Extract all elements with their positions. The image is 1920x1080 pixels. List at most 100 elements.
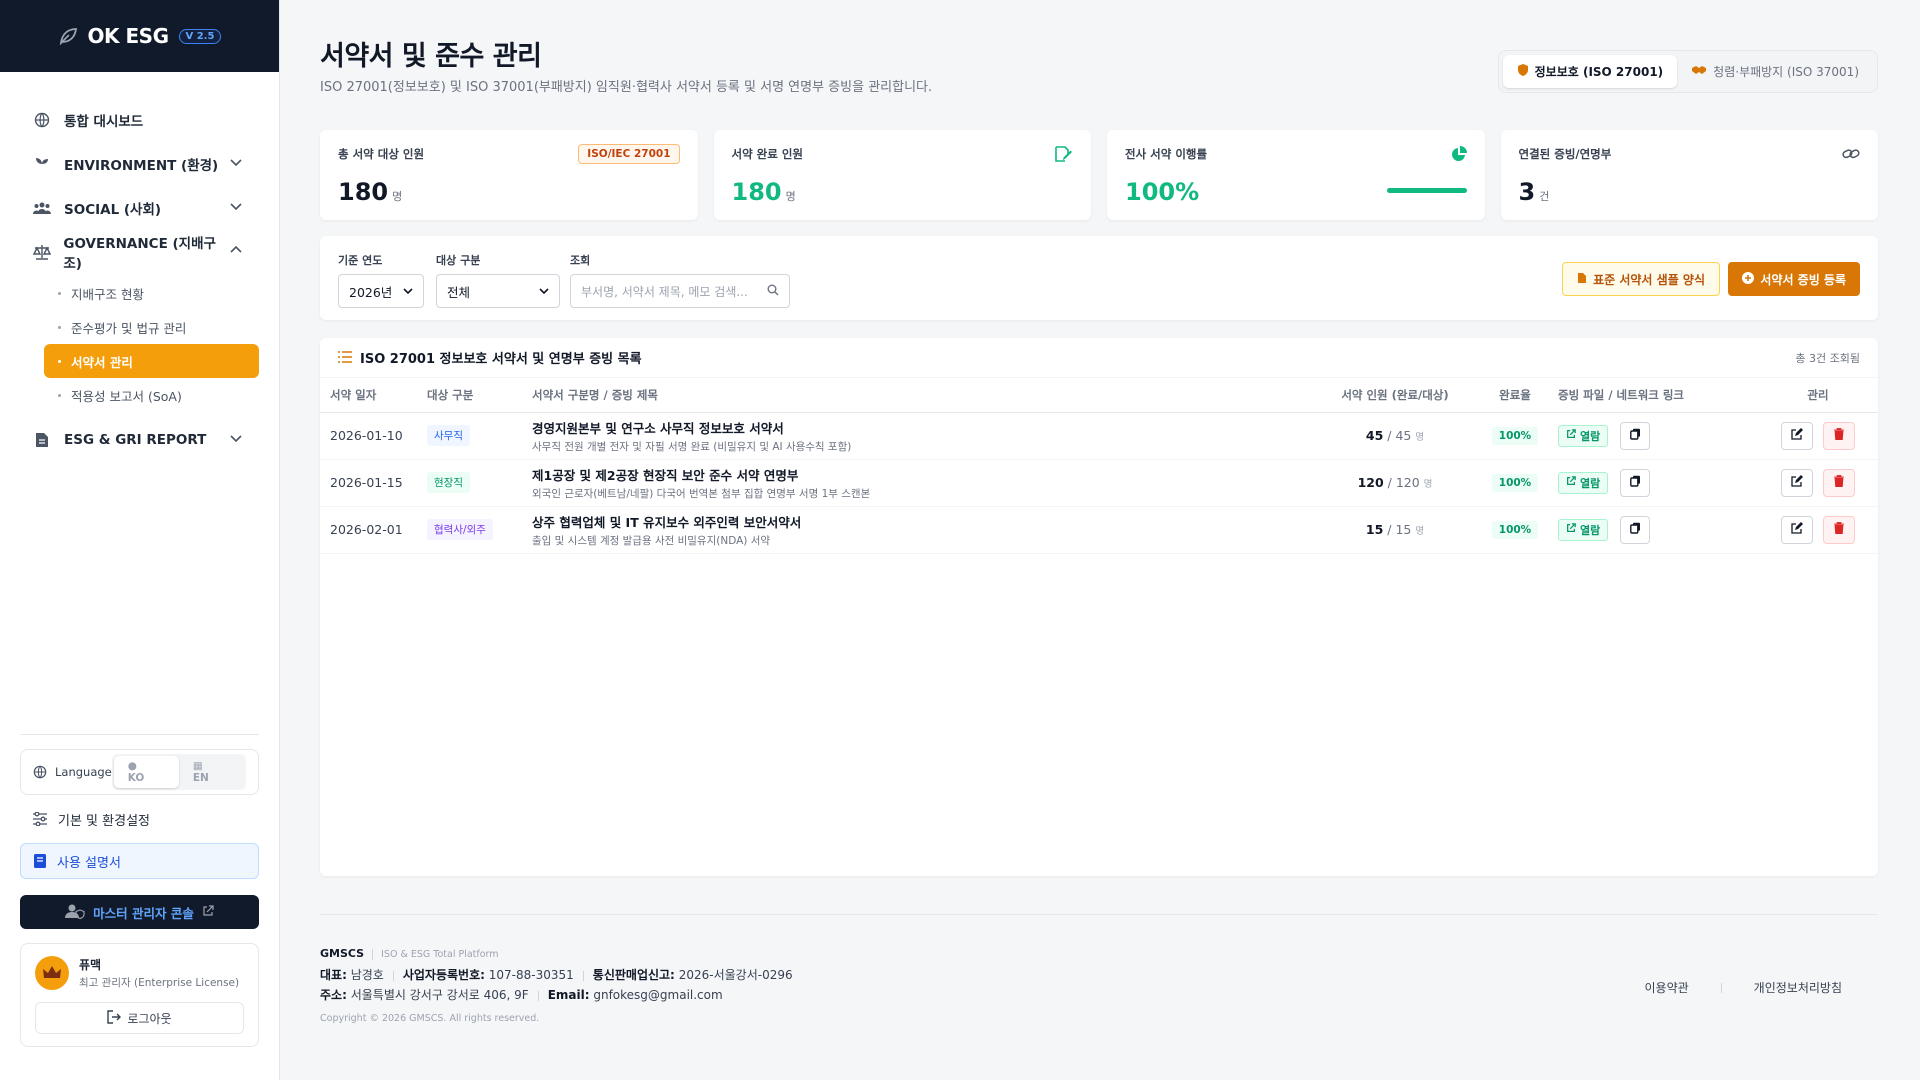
- copy-link-button[interactable]: [1620, 421, 1651, 450]
- copy-icon: [1629, 428, 1641, 443]
- master-console-label: 마스터 관리자 콘솔: [93, 905, 194, 921]
- leaf-icon: [59, 28, 77, 46]
- progress-fill: [1386, 188, 1467, 193]
- chevron-up-icon: [229, 243, 243, 261]
- nav-report[interactable]: ESG & GRI REPORT: [0, 418, 279, 462]
- delete-button[interactable]: [1822, 468, 1855, 497]
- user-name: 퓨맥: [79, 958, 102, 972]
- row-actions: [1758, 506, 1878, 554]
- biz-label: 사업자등록번호:: [402, 968, 485, 982]
- nav-governance[interactable]: GOVERNANCE (지배구조): [0, 230, 279, 274]
- view-label: 열람: [1580, 476, 1601, 490]
- delete-button[interactable]: [1822, 515, 1855, 544]
- count-unit: 명: [1415, 526, 1425, 537]
- copy-link-button[interactable]: [1620, 468, 1651, 497]
- card-number: 180: [338, 178, 389, 206]
- edit-button[interactable]: [1781, 468, 1813, 497]
- lang-ko-button[interactable]: ● KO: [113, 756, 179, 788]
- count-unit: 명: [1423, 479, 1433, 490]
- row-rate: 100%: [1472, 506, 1558, 554]
- table-row[interactable]: 2026-01-15 현장직 제1공장 및 제2공장 현장직 보안 준수 서약 …: [320, 459, 1878, 507]
- sample-template-button[interactable]: 표준 서약서 샘플 양식: [1562, 262, 1720, 296]
- edit-button[interactable]: [1781, 515, 1813, 544]
- tab-iso37001[interactable]: 청렴·부패방지 (ISO 37001): [1677, 55, 1873, 88]
- lang-en-button[interactable]: ▦ EN: [179, 756, 244, 788]
- view-file-button[interactable]: 열람: [1558, 518, 1609, 541]
- col-manage: 관리: [1758, 378, 1878, 413]
- governance-submenu: 지배구조 현황 준수평가 및 법규 관리 서약서 관리 적용성 보고서 (SoA…: [0, 274, 279, 418]
- external-link-icon: [1566, 523, 1576, 536]
- ceo-label: 대표:: [320, 968, 347, 982]
- card-completed: 서약 완료 인원 180 명: [713, 130, 1091, 220]
- nav-social[interactable]: SOCIAL (사회): [0, 186, 279, 230]
- manual-link[interactable]: 사용 설명서: [20, 843, 259, 879]
- sidebar-bottom: Language ● KO ▦ EN 기본 및 환경설정 사용 설명서 마스터 …: [20, 734, 259, 1047]
- logout-icon: [107, 1009, 122, 1027]
- nav-environment[interactable]: ENVIRONMENT (환경): [0, 142, 279, 186]
- chevron-down-icon: [229, 155, 243, 173]
- iso-badge: ISO/IEC 27001: [578, 144, 680, 164]
- pie-chart-icon: [1451, 146, 1467, 166]
- count-done: 120: [1357, 475, 1384, 490]
- row-desc: 외국인 근로자(베트남/네팔) 다국어 번역본 첨부 집합 연명부 서명 1부 …: [532, 487, 871, 500]
- count-done: 45: [1365, 428, 1384, 443]
- terms-link[interactable]: 이용약관: [1645, 979, 1689, 996]
- row-rate: 100%: [1472, 459, 1558, 507]
- nav-dashboard[interactable]: 통합 대시보드: [0, 98, 279, 142]
- divider: [392, 970, 394, 981]
- edit-icon: [1791, 475, 1803, 490]
- logout-button[interactable]: 로그아웃: [35, 1002, 244, 1034]
- logout-label: 로그아웃: [127, 1011, 172, 1026]
- count-total: / 45: [1387, 428, 1412, 443]
- privacy-link[interactable]: 개인정보처리방침: [1754, 979, 1842, 996]
- table-row[interactable]: 2026-02-01 협력사/외주 상주 협력업체 및 IT 유지보수 외주인력…: [320, 506, 1878, 554]
- rate-badge: 100%: [1491, 426, 1539, 445]
- divider: [537, 990, 539, 1001]
- settings-link[interactable]: 기본 및 환경설정: [20, 801, 259, 837]
- edit-icon: [1791, 428, 1803, 443]
- view-file-button[interactable]: 열람: [1558, 471, 1609, 494]
- language-label: Language: [55, 765, 112, 779]
- external-link-icon: [1566, 476, 1576, 489]
- card-total-targets: 총 서약 대상 인원 180 명 ISO/IEC 27001: [320, 130, 698, 220]
- summary-cards: 총 서약 대상 인원 180 명 ISO/IEC 27001 서약 완료 인원 1…: [320, 130, 1878, 220]
- crown-icon: [43, 966, 61, 978]
- master-console-button[interactable]: 마스터 관리자 콘솔: [20, 895, 259, 929]
- nav-report-label: ESG & GRI REPORT: [64, 432, 207, 448]
- seedling-icon: [32, 154, 52, 174]
- table-row[interactable]: 2026-01-10 사무직 경영지원본부 및 연구소 사무직 정보보호 서약서…: [320, 412, 1878, 460]
- type-select[interactable]: 전체: [436, 274, 560, 308]
- register-evidence-button[interactable]: 서약서 증빙 등록: [1728, 262, 1860, 296]
- card-label: 서약 완료 인원: [731, 147, 804, 161]
- signature-icon: [1055, 146, 1073, 166]
- lang-ko-label: KO: [127, 772, 145, 784]
- chevron-down-icon: [229, 431, 243, 449]
- list-icon: [338, 348, 352, 367]
- bullet-dot: [58, 359, 61, 363]
- sub-item-compliance[interactable]: 준수평가 및 법규 관리: [44, 310, 259, 344]
- search-input[interactable]: 부서명, 서약서 제목, 메모 검색...: [570, 274, 790, 308]
- chevron-down-icon: [403, 284, 413, 299]
- delete-button[interactable]: [1822, 421, 1855, 450]
- copy-link-button[interactable]: [1620, 515, 1651, 544]
- sub-item-soa[interactable]: 적용성 보고서 (SoA): [44, 378, 259, 412]
- bullet-dot: [58, 325, 61, 329]
- edit-button[interactable]: [1781, 421, 1813, 450]
- year-select[interactable]: 2026년: [338, 274, 424, 308]
- lang-en-label: EN: [192, 772, 209, 784]
- progress-bar: [1386, 188, 1467, 193]
- scale-icon: [32, 242, 51, 262]
- sub-item-pledge[interactable]: 서약서 관리: [44, 344, 259, 378]
- brand-logo[interactable]: OK ESG V 2.5: [0, 0, 279, 72]
- card-rate: 전사 서약 이행률 100%: [1107, 130, 1485, 220]
- user-shield-icon: [65, 903, 85, 922]
- sub-item-governance-status[interactable]: 지배구조 현황: [44, 276, 259, 310]
- card-value: 180 명: [732, 178, 1074, 206]
- filter-bar: 기준 연도 2026년 대상 구분 전체 조회 부서명, 서약서 제목, 메모 …: [320, 236, 1878, 320]
- tab-iso27001[interactable]: 정보보호 (ISO 27001): [1502, 55, 1678, 88]
- row-file: 열람: [1558, 506, 1758, 554]
- view-file-button[interactable]: 열람: [1558, 424, 1609, 447]
- rate-badge: 100%: [1491, 520, 1539, 539]
- sidebar: OK ESG V 2.5 통합 대시보드 ENVIRONMENT (환경) SO…: [0, 0, 280, 1080]
- trash-icon: [1833, 428, 1844, 443]
